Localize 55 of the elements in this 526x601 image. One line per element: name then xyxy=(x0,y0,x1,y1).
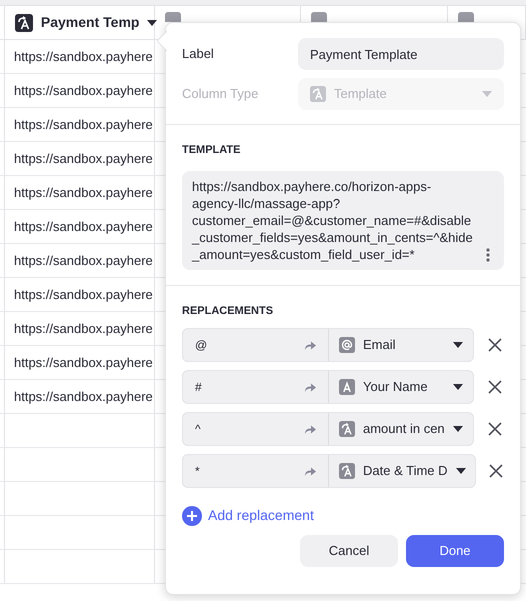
table-cell-text: https://sandbox.payhere xyxy=(14,184,153,202)
table-cell-text: https://sandbox.payhere xyxy=(14,218,153,236)
close-icon xyxy=(488,380,502,394)
column-header[interactable]: Payment Temp xyxy=(4,6,155,39)
arrow-letter-icon xyxy=(310,86,326,102)
label-input[interactable]: Payment Template xyxy=(298,38,504,70)
token-input[interactable]: @ xyxy=(195,336,304,354)
caret-icon xyxy=(453,384,464,390)
field-label: Label xyxy=(182,45,215,64)
column-dropdown[interactable]: amount in cen xyxy=(329,413,474,445)
remove-button[interactable] xyxy=(486,378,504,396)
caret-icon xyxy=(482,91,492,97)
arrow-icon xyxy=(304,340,316,350)
remove-button[interactable] xyxy=(486,336,504,354)
arrow-letter-icon xyxy=(339,463,355,479)
token-input[interactable]: ^ xyxy=(195,420,304,438)
arrow-icon xyxy=(304,382,316,392)
table-cell-text: https://sandbox.payhere xyxy=(14,252,153,270)
table-cell-text: https://sandbox.payhere xyxy=(14,150,153,168)
column-dropdown[interactable]: Your Name xyxy=(329,371,474,403)
remove-button[interactable] xyxy=(488,462,504,480)
column-dropdown[interactable]: Date & Time D xyxy=(329,455,476,487)
at-sign-icon xyxy=(339,337,355,353)
arrow-icon xyxy=(304,466,316,476)
letter-a-icon xyxy=(339,379,355,395)
column-dropdown[interactable]: Email xyxy=(329,329,474,361)
field-label: Column Type xyxy=(182,85,260,104)
table-cell-text: https://sandbox.payhere xyxy=(14,354,153,372)
section-heading: REPLACEMENTS xyxy=(182,304,274,318)
caret-icon xyxy=(147,20,158,26)
table-cell-text: https://sandbox.payhere xyxy=(14,320,153,338)
add-replacement-link[interactable]: Add replacement xyxy=(182,505,314,526)
table-cell-text: https://sandbox.payhere xyxy=(14,286,153,304)
more-icon[interactable] xyxy=(486,248,490,262)
table-cell-text: https://sandbox.payhere xyxy=(14,48,153,66)
arrow-letter-icon xyxy=(339,421,355,437)
caret-icon xyxy=(453,426,464,432)
template-field[interactable]: https://sandbox.payhere.co/horizon-apps-agency-llc/massage-app?customer_email=@&customer_name=#&disable_customer_fields=yes&amount_in_cents=^&hide_amount=yes&custom_field_user_id=* xyxy=(182,170,504,270)
table-cell-text: https://sandbox.payhere xyxy=(14,82,153,100)
done-button[interactable]: Done xyxy=(406,535,504,567)
table-cell-text: https://sandbox.payhere xyxy=(14,116,153,134)
table-cell-text: https://sandbox.payhere xyxy=(14,388,153,406)
plus-icon xyxy=(182,506,202,526)
caret-icon xyxy=(453,342,464,348)
token-input[interactable]: * xyxy=(195,462,304,480)
close-icon xyxy=(489,464,503,478)
close-icon xyxy=(488,338,502,352)
remove-button[interactable] xyxy=(486,420,504,438)
cancel-button[interactable]: Cancel xyxy=(300,535,398,567)
section-heading: TEMPLATE xyxy=(182,143,242,158)
arrow-letter-icon xyxy=(14,14,33,32)
token-input[interactable]: # xyxy=(195,378,304,396)
caret-icon xyxy=(456,468,466,474)
arrow-icon xyxy=(304,424,316,434)
close-icon xyxy=(488,422,502,436)
